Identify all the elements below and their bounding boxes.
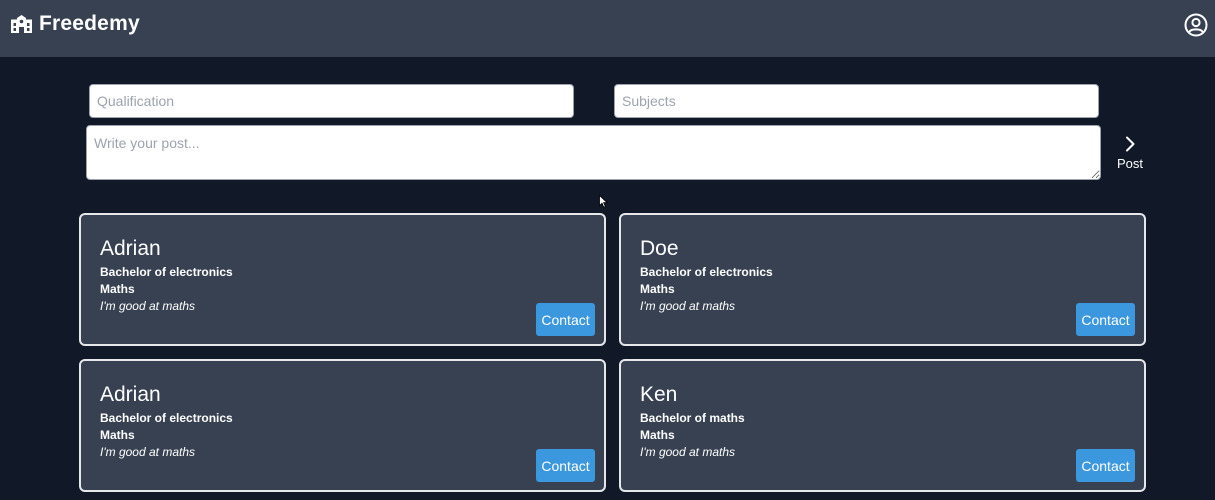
tutor-qualification: Bachelor of electronics bbox=[100, 411, 233, 425]
post-button-label: Post bbox=[1116, 155, 1143, 171]
navbar: Freedemy bbox=[0, 0, 1215, 57]
chevron-right-icon bbox=[1126, 136, 1135, 151]
tutor-post-card: Adrian Bachelor of electronics Maths I'm… bbox=[79, 359, 606, 492]
brand-link[interactable]: Freedemy bbox=[11, 12, 140, 36]
contact-button[interactable]: Contact bbox=[1076, 449, 1135, 482]
brand-name: Freedemy bbox=[39, 12, 140, 35]
tutor-description: I'm good at maths bbox=[100, 299, 196, 313]
mouse-cursor-icon bbox=[599, 195, 608, 208]
tutor-name: Adrian bbox=[100, 383, 161, 406]
school-building-icon bbox=[11, 15, 32, 33]
tutor-description: I'm good at maths bbox=[100, 445, 196, 459]
tutor-post-card: Doe Bachelor of electronics Maths I'm go… bbox=[619, 213, 1146, 346]
contact-button[interactable]: Contact bbox=[536, 449, 595, 482]
tutor-post-card: Adrian Bachelor of electronics Maths I'm… bbox=[79, 213, 606, 346]
tutor-name: Doe bbox=[640, 237, 679, 260]
post-button[interactable]: Post bbox=[1113, 134, 1147, 172]
tutor-name: Adrian bbox=[100, 237, 161, 260]
tutor-subject: Maths bbox=[640, 282, 675, 296]
tutor-name: Ken bbox=[640, 383, 678, 406]
tutor-description: I'm good at maths bbox=[640, 445, 736, 459]
tutor-qualification: Bachelor of maths bbox=[640, 411, 745, 425]
qualification-input[interactable] bbox=[89, 84, 574, 118]
tutor-qualification: Bachelor of electronics bbox=[640, 265, 773, 279]
tutor-subject: Maths bbox=[100, 428, 135, 442]
tutor-qualification: Bachelor of electronics bbox=[100, 265, 233, 279]
post-textarea[interactable] bbox=[86, 125, 1101, 180]
tutor-subject: Maths bbox=[640, 428, 675, 442]
user-circle-icon[interactable] bbox=[1184, 13, 1208, 37]
subjects-input[interactable] bbox=[614, 84, 1099, 118]
tutor-subject: Maths bbox=[100, 282, 135, 296]
tutor-post-card: Ken Bachelor of maths Maths I'm good at … bbox=[619, 359, 1146, 492]
contact-button[interactable]: Contact bbox=[1076, 303, 1135, 336]
tutor-description: I'm good at maths bbox=[640, 299, 736, 313]
contact-button[interactable]: Contact bbox=[536, 303, 595, 336]
